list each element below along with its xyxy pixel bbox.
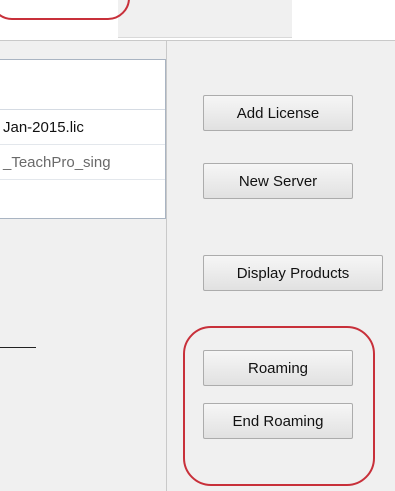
top-area: [0, 0, 395, 40]
end-roaming-button[interactable]: End Roaming: [203, 403, 353, 439]
license-list-row[interactable]: Jan-2015.lic: [0, 111, 165, 145]
panel-divider: [166, 41, 167, 491]
display-products-button[interactable]: Display Products: [203, 255, 383, 291]
roaming-button[interactable]: Roaming: [203, 350, 353, 386]
previous-highlight-fragment: [0, 0, 130, 20]
end-roaming-label: End Roaming: [232, 412, 324, 430]
new-server-label: New Server: [238, 172, 318, 190]
new-server-button[interactable]: New Server: [203, 163, 353, 199]
license-list-row[interactable]: _TeachPro_sing: [0, 146, 165, 180]
separator-line: [0, 347, 36, 348]
license-list[interactable]: Jan-2015.lic _TeachPro_sing: [0, 59, 166, 219]
add-license-button[interactable]: Add License: [203, 95, 353, 131]
add-license-label: Add License: [236, 104, 320, 122]
license-dialog-panel: Jan-2015.lic _TeachPro_sing Add License …: [0, 40, 395, 491]
display-products-label: Display Products: [236, 264, 350, 282]
roaming-label: Roaming: [247, 359, 309, 377]
license-list-header: [0, 60, 165, 110]
